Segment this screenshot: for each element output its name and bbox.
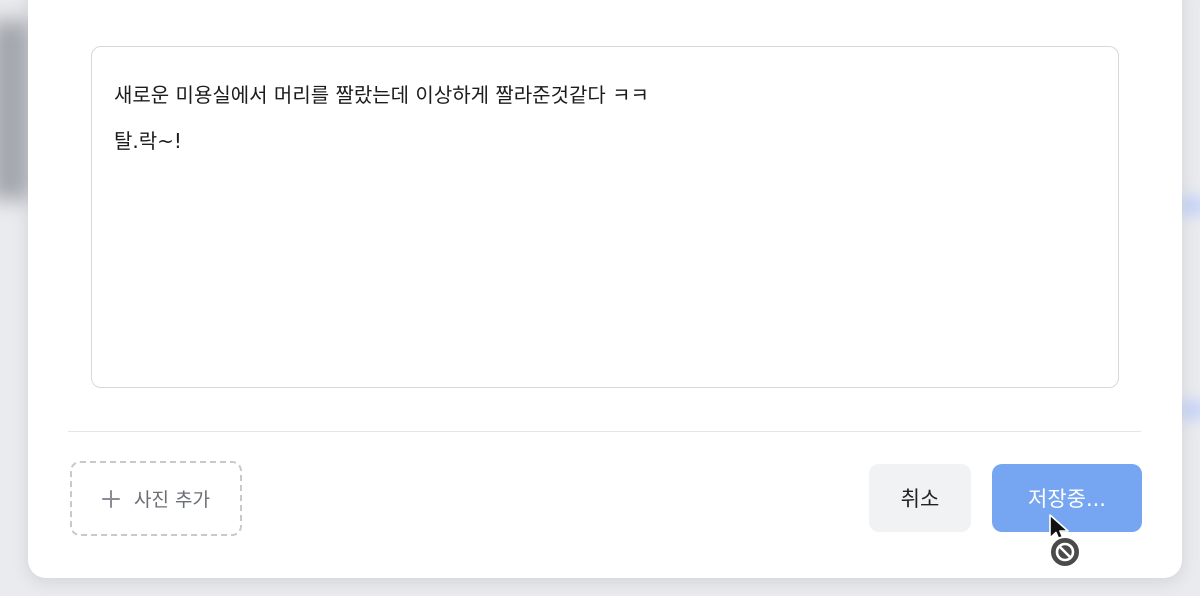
cancel-button[interactable]: 취소	[869, 464, 971, 532]
background-blur	[1180, 196, 1200, 216]
plus-icon	[102, 489, 121, 508]
add-photo-button[interactable]: 사진 추가	[70, 461, 242, 536]
post-text-line: 탈.락~!	[114, 129, 182, 153]
post-text-line: 새로운 미용실에서 머리를 짤랐는데 이상하게 짤라준것같다 ㅋㅋ	[114, 83, 649, 107]
background-blur	[0, 20, 30, 200]
cancel-label: 취소	[900, 487, 940, 511]
add-photo-label: 사진 추가	[134, 489, 210, 511]
footer-divider	[68, 431, 1141, 432]
save-label: 저장중...	[1028, 487, 1106, 511]
background-blur	[1180, 400, 1200, 420]
post-text-area[interactable]: 새로운 미용실에서 머리를 짤랐는데 이상하게 짤라준것같다 ㅋㅋ 탈.락~!	[91, 46, 1119, 388]
not-allowed-icon	[1049, 536, 1081, 568]
